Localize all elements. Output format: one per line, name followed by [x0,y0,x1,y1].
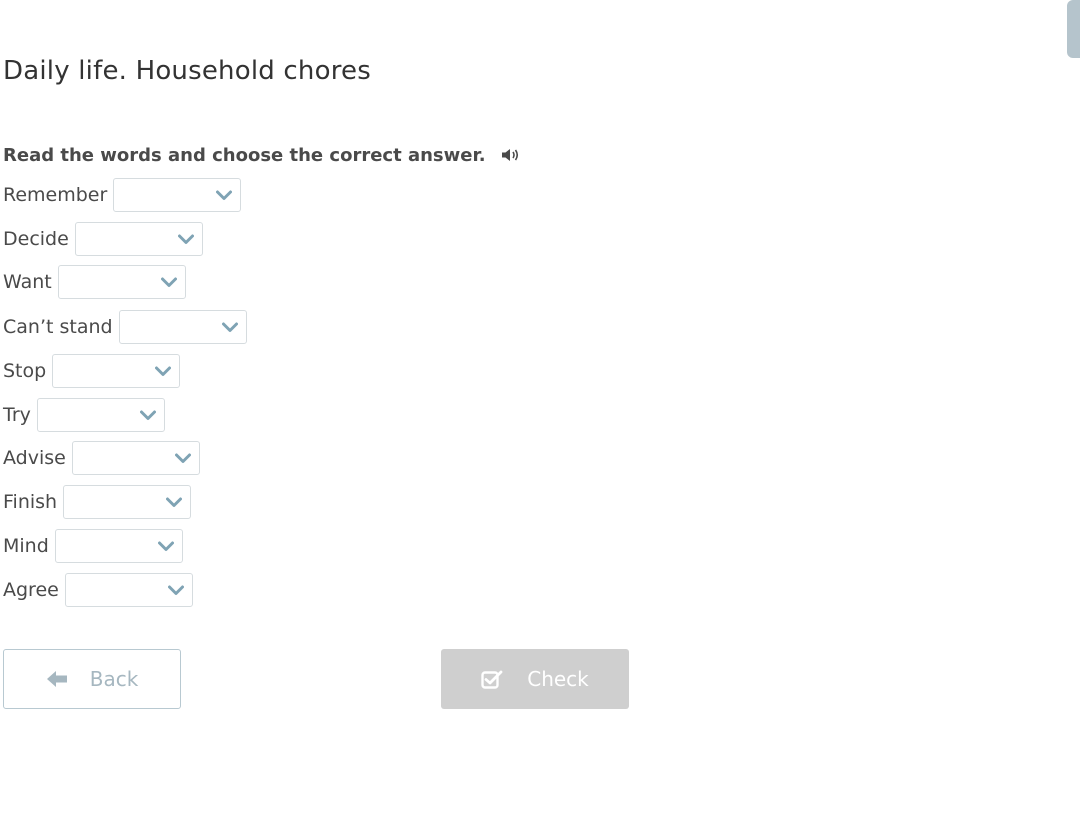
arrow-left-icon [46,671,67,687]
answer-select-decide[interactable] [74,222,203,256]
word-row-finish: Finish [3,485,192,519]
word-label: Remember [3,184,108,206]
answer-select-want[interactable] [57,265,186,299]
chevron-down-icon [216,190,233,200]
check-button[interactable]: Check [441,649,629,709]
word-row-try: Try [3,398,165,432]
word-row-mind: Mind [3,529,183,563]
word-label: Stop [3,360,47,382]
chevron-down-icon [221,322,238,332]
word-label: Finish [3,491,58,513]
answer-select-remember[interactable] [113,178,242,212]
chevron-down-icon [155,366,172,376]
word-label: Agree [3,579,59,601]
word-row-remember: Remember [3,178,242,212]
check-button-label: Check [527,667,589,691]
chevron-down-icon [139,410,156,420]
chevron-down-icon [174,453,191,463]
answer-select-advise[interactable] [71,441,200,475]
word-row-agree: Agree [3,573,193,607]
instruction: Read the words and choose the correct an… [3,141,522,169]
word-label: Advise [3,447,66,469]
answer-select-finish[interactable] [63,485,192,519]
word-label: Can’t stand [3,316,113,338]
word-label: Decide [3,228,69,250]
answer-select-mind[interactable] [54,529,183,563]
back-button-label: Back [89,667,139,691]
word-row-stop: Stop [3,354,181,388]
chevron-down-icon [177,234,194,244]
word-row-advise: Advise [3,441,200,475]
instruction-text: Read the words and choose the correct an… [3,144,486,166]
page-title: Daily life. Household chores [3,56,371,86]
side-panel-tab[interactable] [1067,0,1080,58]
answer-select-cant-stand[interactable] [118,310,247,344]
word-row-decide: Decide [3,222,203,256]
word-label: Want [3,271,52,293]
word-label: Try [3,404,31,426]
checkbox-icon [481,670,503,689]
back-button[interactable]: Back [3,649,181,709]
word-row-cant-stand: Can’t stand [3,310,247,344]
word-row-want: Want [3,265,186,299]
chevron-down-icon [166,497,183,507]
answer-select-agree[interactable] [64,573,193,607]
answer-select-try[interactable] [36,398,165,432]
word-label: Mind [3,535,49,557]
chevron-down-icon [167,585,184,595]
chevron-down-icon [157,541,174,551]
chevron-down-icon [160,277,177,287]
speaker-icon[interactable] [500,147,522,163]
answer-select-stop[interactable] [52,354,181,388]
